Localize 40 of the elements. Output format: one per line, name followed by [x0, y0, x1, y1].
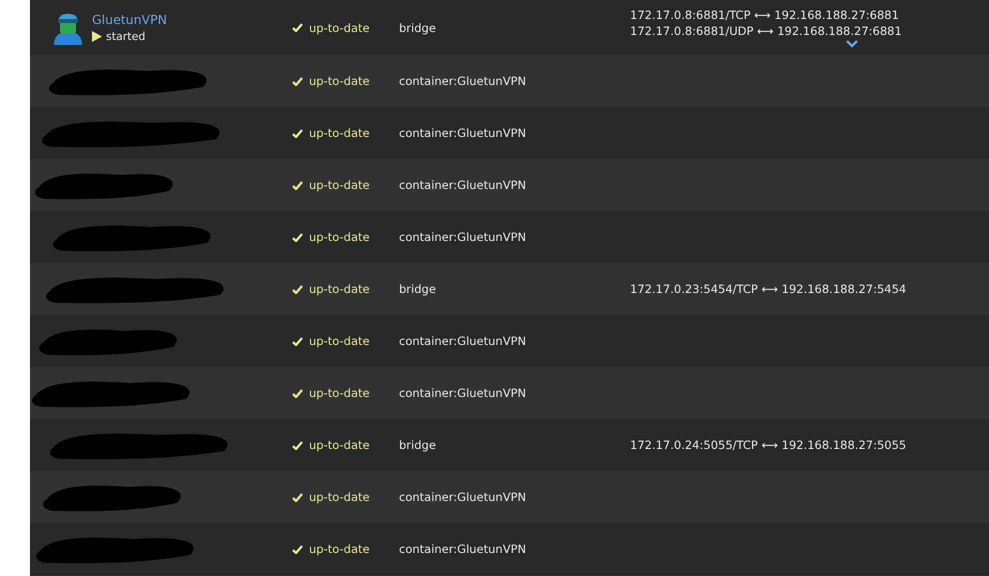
check-icon: [292, 388, 303, 398]
update-status: up-to-date: [309, 438, 370, 452]
update-status: up-to-date: [309, 386, 370, 400]
network-mode: container:GluetunVPN: [398, 386, 528, 400]
update-status: up-to-date: [309, 230, 370, 244]
update-status: up-to-date: [309, 282, 370, 296]
network-mode: bridge: [398, 438, 437, 452]
check-icon: [292, 128, 303, 138]
update-status: up-to-date: [309, 20, 370, 34]
network-mode: container:GluetunVPN: [398, 178, 528, 192]
check-icon: [292, 76, 303, 86]
network-mode: bridge: [398, 282, 437, 296]
port-mapping: 172.17.0.23:5454/TCP ⟷ 192.168.188.27:5454: [630, 282, 906, 296]
update-status: up-to-date: [309, 490, 370, 504]
check-icon: [292, 232, 303, 242]
update-status: up-to-date: [309, 126, 370, 140]
check-icon: [292, 440, 303, 450]
network-mode: container:GluetunVPN: [398, 230, 528, 244]
network-mode: container:GluetunVPN: [398, 334, 528, 348]
check-icon: [292, 544, 303, 554]
update-status: up-to-date: [309, 334, 370, 348]
container-state: started: [106, 30, 146, 43]
network-mode: container:GluetunVPN: [398, 542, 528, 556]
network-mode: container:GluetunVPN: [398, 126, 528, 140]
network-mode: container:GluetunVPN: [398, 490, 528, 504]
check-icon: [292, 180, 303, 190]
update-status: up-to-date: [309, 74, 370, 88]
port-mapping: 172.17.0.8:6881/UDP ⟷ 192.168.188.27:6881: [630, 24, 902, 38]
port-mapping: 172.17.0.8:6881/TCP ⟷ 192.168.188.27:6881: [630, 8, 899, 22]
chevron-down-icon[interactable]: [846, 40, 858, 48]
update-status: up-to-date: [309, 542, 370, 556]
check-icon: [292, 284, 303, 294]
check-icon: [292, 492, 303, 502]
network-mode: bridge: [398, 20, 437, 34]
network-mode: container:GluetunVPN: [398, 74, 528, 88]
check-icon: [292, 336, 303, 346]
check-icon: [292, 23, 303, 32]
port-mapping: 172.17.0.24:5055/TCP ⟷ 192.168.188.27:5055: [630, 438, 906, 452]
container-name[interactable]: GluetunVPN: [92, 12, 167, 27]
update-status: up-to-date: [309, 178, 370, 192]
